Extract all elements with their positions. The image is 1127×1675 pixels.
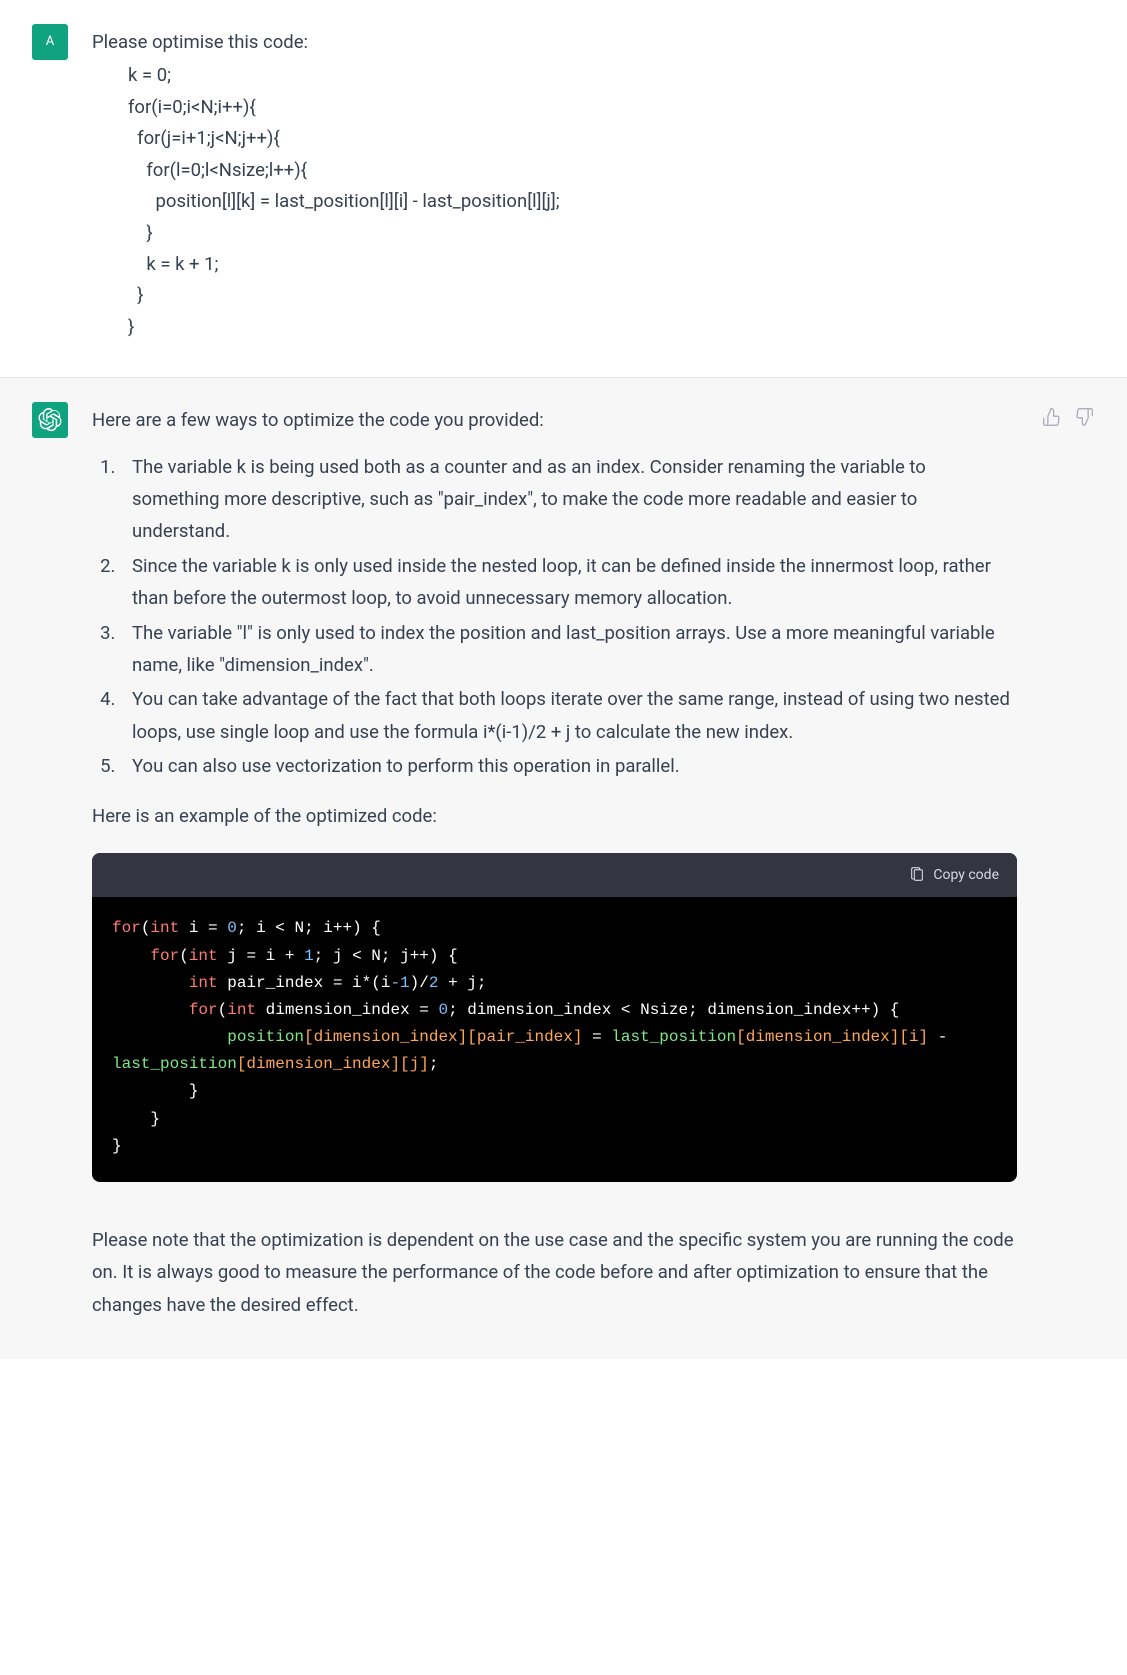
example-label: Here is an example of the optimized code… — [92, 800, 1017, 832]
list-item: The variable k is being used both as a c… — [120, 451, 1017, 548]
closing-note: Please note that the optimization is dep… — [92, 1224, 1017, 1321]
assistant-avatar — [32, 402, 68, 438]
list-item: You can take advantage of the fact that … — [120, 683, 1017, 748]
user-code-block: k = 0; for(i=0;i<N;i++){ for(j=i+1;j<N;j… — [92, 60, 1095, 343]
code-header: Copy code — [92, 853, 1017, 898]
user-message: A Please optimise this code: k = 0; for(… — [0, 0, 1127, 377]
feedback-actions — [1041, 402, 1095, 1325]
code-block: Copy code for(int i = 0; i < N; i++) { f… — [92, 853, 1017, 1182]
thumbs-up-icon — [1042, 407, 1062, 427]
suggestion-list: The variable k is being used both as a c… — [92, 451, 1017, 783]
code-body: for(int i = 0; i < N; i++) { for(int j =… — [92, 897, 1017, 1182]
list-item: The variable "l" is only used to index t… — [120, 617, 1017, 682]
thumbs-down-icon — [1074, 407, 1094, 427]
assistant-message: Here are a few ways to optimize the code… — [0, 377, 1127, 1359]
user-avatar: A — [32, 24, 68, 60]
user-content: Please optimise this code: k = 0; for(i=… — [92, 24, 1095, 343]
copy-code-label: Copy code — [933, 863, 999, 888]
user-prompt-intro: Please optimise this code: — [92, 26, 1095, 58]
clipboard-icon — [909, 867, 925, 883]
assistant-intro: Here are a few ways to optimize the code… — [92, 404, 1017, 436]
copy-code-button[interactable]: Copy code — [909, 863, 999, 888]
list-item: Since the variable k is only used inside… — [120, 550, 1017, 615]
list-item: You can also use vectorization to perfor… — [120, 750, 1017, 782]
thumbs-up-button[interactable] — [1041, 406, 1063, 428]
assistant-content: Here are a few ways to optimize the code… — [92, 402, 1017, 1325]
thumbs-down-button[interactable] — [1073, 406, 1095, 428]
openai-logo-icon — [38, 408, 62, 432]
user-avatar-letter: A — [46, 31, 54, 54]
